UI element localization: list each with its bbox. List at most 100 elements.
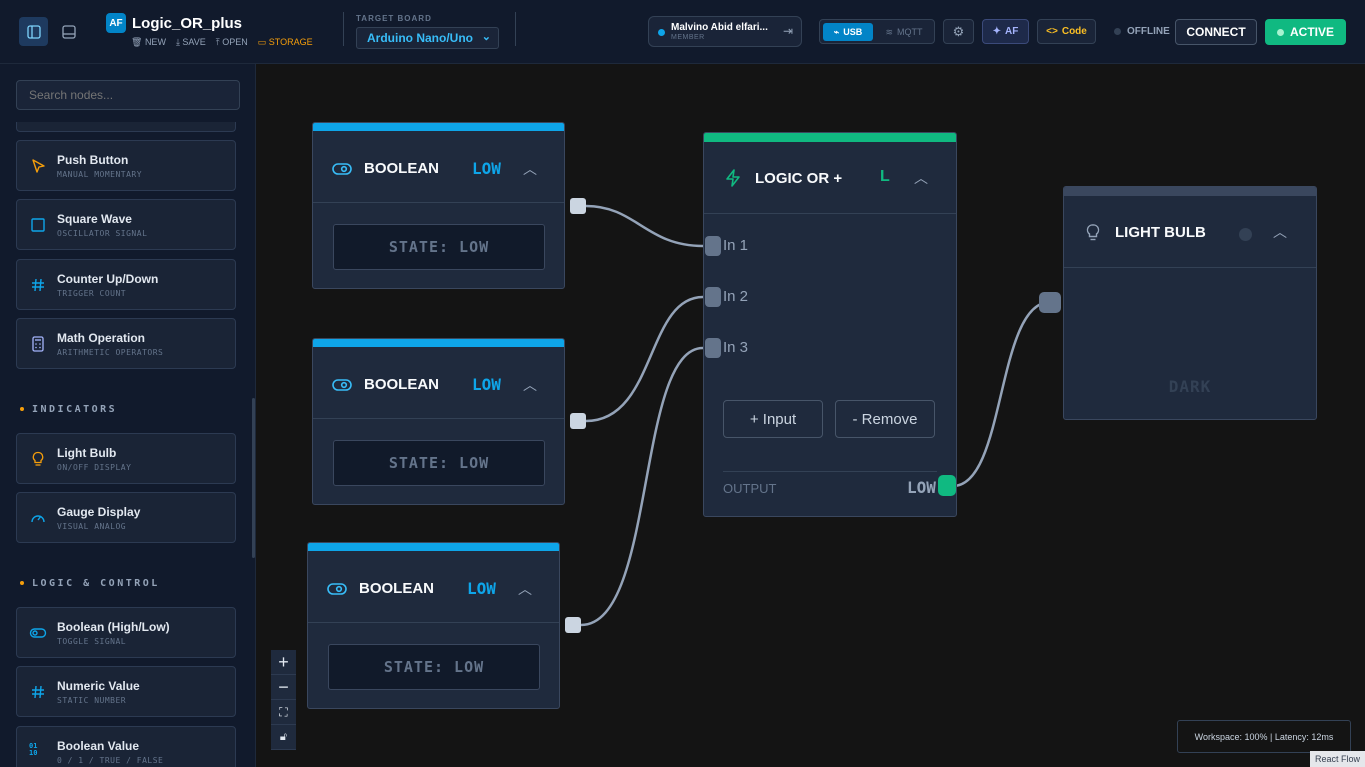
palette-item-push-button[interactable]: Push Button MANUAL MOMENTARY: [16, 140, 236, 191]
palette-item-title: Math Operation: [57, 331, 146, 345]
edge-bool1-in1: [585, 204, 704, 248]
search-input[interactable]: [16, 80, 240, 110]
palette-item-partial[interactable]: [16, 122, 236, 132]
node-title: LIGHT BULB: [1115, 224, 1206, 241]
divider: [723, 471, 937, 472]
palette-item-square-wave[interactable]: Square Wave OSCILLATOR SIGNAL: [16, 199, 236, 250]
hash-icon: [32, 685, 44, 699]
new-button[interactable]: 🗑 NEW: [131, 37, 166, 48]
offline-status: OFFLINE: [1114, 26, 1170, 37]
board-value: Arduino Nano/Uno: [367, 31, 473, 45]
chevron-up-icon[interactable]: ︿: [914, 168, 928, 188]
node-header[interactable]: BOOLEAN LOW ︿: [313, 131, 564, 203]
state-toggle-button[interactable]: STATE: LOW: [333, 440, 545, 486]
sidebar-scrollbar[interactable]: [252, 398, 255, 558]
output-handle[interactable]: [938, 475, 956, 496]
cursor-icon: [32, 159, 45, 173]
active-dot: [1276, 28, 1284, 36]
output-handle[interactable]: [565, 617, 581, 633]
state-toggle-button[interactable]: STATE: LOW: [328, 644, 540, 690]
square-wave-icon: [31, 218, 45, 232]
flow-canvas[interactable]: BOOLEAN LOW ︿ STATE: LOW BOOLEAN LOW ︿ S…: [256, 64, 1365, 767]
node-header[interactable]: BOOLEAN LOW ︿: [308, 551, 559, 623]
palette-item-title: Light Bulb: [57, 446, 117, 460]
palette-item-subtitle: VISUAL ANALOG: [57, 522, 127, 531]
remove-input-button[interactable]: - Remove: [835, 400, 935, 438]
palette-item-subtitle: ON/OFF DISPLAY: [57, 463, 132, 472]
section-header-logic-control: LOGIC & CONTROL: [20, 578, 160, 589]
output-handle[interactable]: [570, 198, 586, 214]
palette-item-counter[interactable]: Counter Up/Down TRIGGER COUNT: [16, 259, 236, 310]
state-toggle-button[interactable]: STATE: LOW: [333, 224, 545, 270]
output-handle[interactable]: [570, 413, 586, 429]
code-button[interactable]: <> Code: [1037, 19, 1096, 44]
input-handle-1[interactable]: [705, 236, 721, 256]
open-button[interactable]: ⤒ OPEN: [216, 37, 248, 48]
storage-button[interactable]: ▭ STORAGE: [258, 37, 313, 48]
palette-item-numeric-value[interactable]: Numeric Value STATIC NUMBER: [16, 666, 236, 717]
input-handle-3[interactable]: [705, 338, 721, 358]
light-bulb-node[interactable]: LIGHT BULB ︿ DARK: [1063, 186, 1317, 420]
settings-button[interactable]: ⚙: [943, 19, 974, 44]
node-header[interactable]: BOOLEAN LOW ︿: [313, 347, 564, 419]
sidebar-toggle-button[interactable]: [19, 17, 48, 46]
node-header[interactable]: LOGIC OR + L ︿: [704, 142, 956, 214]
toggle-icon: [327, 583, 347, 595]
chevron-up-icon[interactable]: ︿: [518, 579, 532, 599]
panel-icon: [61, 24, 76, 39]
calculator-icon: [32, 336, 44, 352]
node-accent-bar: [313, 339, 564, 347]
user-card[interactable]: Malvino Abid elfari... MEMBER ⇥: [648, 16, 802, 47]
react-flow-attribution[interactable]: React Flow: [1310, 751, 1365, 767]
plus-icon: +: [278, 651, 289, 672]
node-header[interactable]: LIGHT BULB ︿: [1064, 196, 1316, 268]
node-palette-sidebar: Push Button MANUAL MOMENTARY Square Wave…: [0, 64, 256, 767]
chevron-up-icon[interactable]: ︿: [1273, 222, 1287, 242]
code-icon: <>: [1046, 26, 1058, 37]
edge-bool2-in2: [585, 295, 704, 423]
palette-item-subtitle: OSCILLATOR SIGNAL: [57, 229, 148, 238]
node-title: BOOLEAN: [359, 580, 434, 597]
chevron-up-icon[interactable]: ︿: [523, 159, 537, 179]
board-select[interactable]: Arduino Nano/Uno ⌄: [356, 27, 499, 49]
af-button[interactable]: ✦ AF: [982, 19, 1029, 44]
save-button[interactable]: ⤓ SAVE: [176, 37, 206, 48]
usb-button[interactable]: ⌁ USB: [823, 23, 873, 41]
palette-item-boolean-value[interactable]: 01 10 Boolean Value 0 / 1 / TRUE / FALSE: [16, 726, 236, 767]
palette-item-subtitle: TOGGLE SIGNAL: [57, 637, 127, 646]
node-accent-bar: [308, 543, 559, 551]
palette-item-light-bulb[interactable]: Light Bulb ON/OFF DISPLAY: [16, 433, 236, 484]
zoom-out-button[interactable]: −: [271, 675, 296, 700]
palette-item-gauge-display[interactable]: Gauge Display VISUAL ANALOG: [16, 492, 236, 543]
save-label: SAVE: [182, 37, 206, 47]
lock-button[interactable]: 🔓︎: [271, 725, 296, 750]
palette-item-boolean[interactable]: Boolean (High/Low) TOGGLE SIGNAL: [16, 607, 236, 658]
fit-view-button[interactable]: ⛶: [271, 700, 296, 725]
divider: [515, 12, 516, 46]
logic-or-node[interactable]: LOGIC OR + L ︿ In 1 In 2 In 3 + Input - …: [703, 132, 957, 517]
input-handle[interactable]: [1039, 292, 1061, 313]
code-label: Code: [1061, 26, 1087, 37]
boolean-node-1[interactable]: BOOLEAN LOW ︿ STATE: LOW: [312, 122, 565, 289]
node-state-badge: L: [880, 168, 890, 185]
boolean-node-3[interactable]: BOOLEAN LOW ︿ STATE: LOW: [307, 542, 560, 709]
input-handle-2[interactable]: [705, 287, 721, 307]
node-accent-bar: [704, 133, 956, 142]
project-title[interactable]: Logic_OR_plus: [132, 15, 242, 32]
input-label-1: In 1: [723, 237, 749, 254]
palette-item-math-operation[interactable]: Math Operation ARITHMETIC OPERATORS: [16, 318, 236, 369]
zoom-in-button[interactable]: +: [271, 650, 296, 675]
logout-icon[interactable]: ⇥: [783, 24, 793, 38]
active-button[interactable]: ACTIVE: [1265, 19, 1346, 45]
minus-icon: −: [278, 676, 289, 697]
sparkle-icon: ✦: [992, 26, 1002, 37]
boolean-node-2[interactable]: BOOLEAN LOW ︿ STATE: LOW: [312, 338, 565, 505]
panel-toggle-button[interactable]: [56, 17, 81, 46]
connect-button[interactable]: CONNECT: [1175, 19, 1257, 45]
sidebar-icon: [26, 24, 41, 39]
hash-icon: [32, 278, 44, 292]
palette-item-subtitle: 0 / 1 / TRUE / FALSE: [57, 756, 164, 765]
add-input-button[interactable]: + Input: [723, 400, 823, 438]
mqtt-button[interactable]: ≋ MQTT: [878, 23, 930, 41]
chevron-up-icon[interactable]: ︿: [523, 375, 537, 395]
